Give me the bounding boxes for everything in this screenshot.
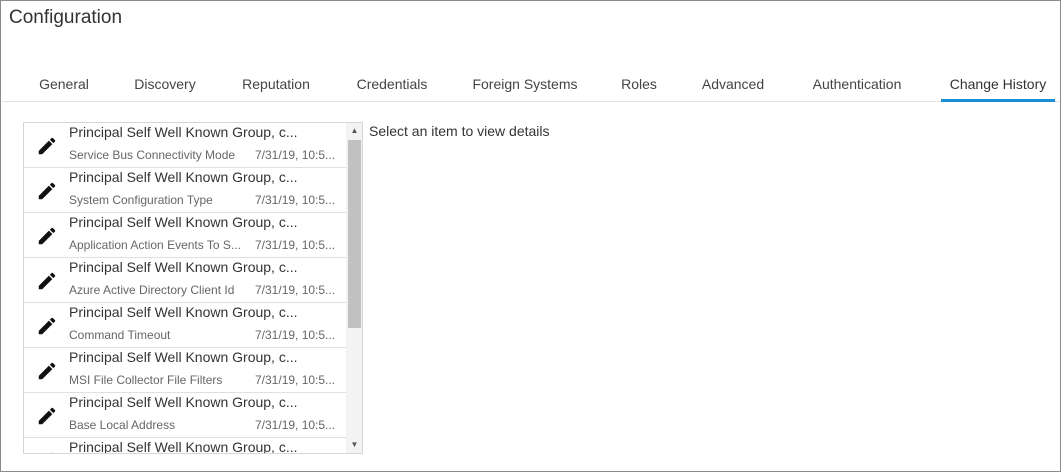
tab-authentication[interactable]: Authentication [797,73,917,102]
item-setting-name: Application Action Events To S... [69,238,241,252]
scroll-thumb[interactable] [348,140,361,328]
list-item[interactable]: Principal Self Well Known Group, c... Ap… [24,213,346,258]
item-date: 7/31/19, 10:5... [255,193,336,207]
change-history-list: Principal Self Well Known Group, c... Se… [23,122,363,454]
details-placeholder: Select an item to view details [369,123,550,139]
tab-change-history[interactable]: Change History [941,73,1055,102]
item-setting-name: Azure Active Directory Client Id [69,283,235,297]
item-date: 7/31/19, 10:5... [255,373,336,387]
item-title: Principal Self Well Known Group, c... [69,259,298,275]
list-item[interactable]: Principal Self Well Known Group, c... Sy… [24,168,346,213]
list-item[interactable]: Principal Self Well Known Group, c... [24,438,346,454]
tab-foreign-systems[interactable]: Foreign Systems [461,73,589,102]
scroll-down-arrow-icon[interactable]: ▼ [346,438,362,452]
item-title: Principal Self Well Known Group, c... [69,214,298,230]
item-title: Principal Self Well Known Group, c... [69,169,298,185]
pencil-icon [38,137,56,155]
item-setting-name: Base Local Address [69,418,176,432]
item-setting-name: System Configuration Type [69,193,213,207]
item-setting-name: Command Timeout [69,328,171,342]
tab-general[interactable]: General [26,73,102,102]
item-setting-name: Service Bus Connectivity Mode [69,148,236,162]
item-setting-name: MSI File Collector File Filters [69,373,223,387]
item-date: 7/31/19, 10:5... [255,283,336,297]
item-date: 7/31/19, 10:5... [255,418,336,432]
list-item[interactable]: Principal Self Well Known Group, c... Az… [24,258,346,303]
list-item[interactable]: Principal Self Well Known Group, c... Co… [24,303,346,348]
configuration-window: Configuration General Discovery Reputati… [0,0,1061,472]
item-title: Principal Self Well Known Group, c... [69,124,298,140]
pencil-icon [38,227,56,245]
pencil-icon [38,407,56,425]
tab-discovery[interactable]: Discovery [123,73,207,102]
page-title: Configuration [9,7,123,28]
item-title: Principal Self Well Known Group, c... [69,439,298,454]
item-date: 7/31/19, 10:5... [255,148,336,162]
pencil-icon [51,452,53,453]
item-date: 7/31/19, 10:5... [255,238,336,252]
item-title: Principal Self Well Known Group, c... [69,394,298,410]
list-scrollbar[interactable]: ▲ ▼ [346,123,362,453]
list-item[interactable]: Principal Self Well Known Group, c... MS… [24,348,346,393]
pencil-icon [38,362,56,380]
pencil-icon [38,182,56,200]
scroll-up-arrow-icon[interactable]: ▲ [346,124,362,138]
tab-advanced[interactable]: Advanced [690,73,776,102]
item-date: 7/31/19, 10:5... [255,328,336,342]
list-item[interactable]: Principal Self Well Known Group, c... Ba… [24,393,346,438]
pencil-icon [38,317,56,335]
tab-reputation[interactable]: Reputation [230,73,322,102]
tab-bar: General Discovery Reputation Credentials… [2,73,1059,102]
item-title: Principal Self Well Known Group, c... [69,349,298,365]
item-title: Principal Self Well Known Group, c... [69,304,298,320]
list-item[interactable]: Principal Self Well Known Group, c... Se… [24,123,346,168]
tab-credentials[interactable]: Credentials [344,73,440,102]
pencil-icon [38,272,56,290]
tab-roles[interactable]: Roles [610,73,668,102]
